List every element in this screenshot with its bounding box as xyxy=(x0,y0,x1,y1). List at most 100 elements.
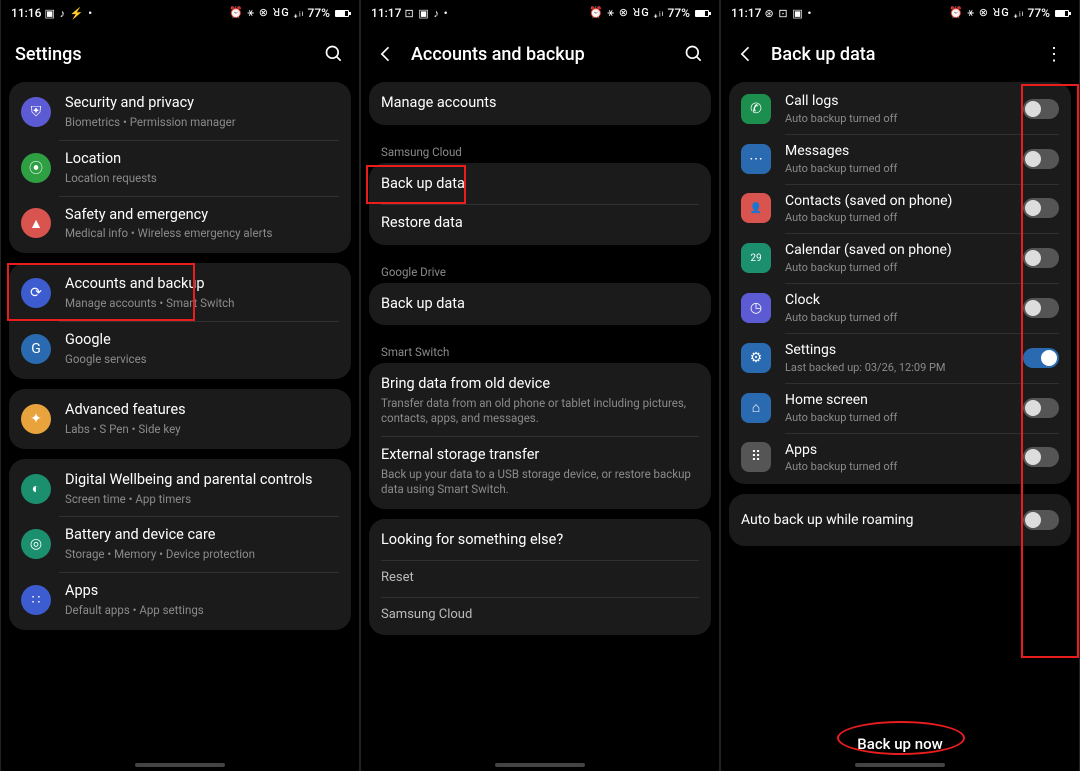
back-icon[interactable] xyxy=(735,43,757,65)
back-icon[interactable] xyxy=(375,43,397,65)
page-title: Accounts and backup xyxy=(411,44,669,65)
row-subtitle: Auto backup turned off xyxy=(785,112,1009,125)
page-title: Back up data xyxy=(771,44,1029,65)
backup-row-clock[interactable]: ◷ClockAuto backup turned off xyxy=(729,283,1071,333)
toggle[interactable] xyxy=(1023,348,1059,368)
settings-row-accounts-and-backup[interactable]: ⟳ Accounts and backup Manage accounts • Sm… xyxy=(9,265,351,321)
phone-icon: ✆ xyxy=(741,94,771,124)
home-icon: ⌂ xyxy=(741,393,771,423)
row-subtitle: Storage • Memory • Device protection xyxy=(65,547,339,562)
row-subtitle: Manage accounts • Smart Switch xyxy=(65,296,339,311)
row-subtitle: Medical info • Wireless emergency alerts xyxy=(65,226,339,241)
backup-row-contacts-saved-on-phone[interactable]: 👤Contacts (saved on phone)Auto backup tu… xyxy=(729,184,1071,234)
calendar-icon: 29 xyxy=(741,243,771,273)
row-label: Safety and emergency xyxy=(65,206,339,225)
row-label: Restore data xyxy=(381,214,699,233)
header: Accounts and backup xyxy=(361,26,719,82)
battery-text: 77% xyxy=(668,6,690,20)
row-label: Accounts and backup xyxy=(65,275,339,294)
settings-row-location[interactable]: ⦿ Location Location requests xyxy=(9,140,351,196)
location-icon: ⦿ xyxy=(21,153,51,183)
screen-settings: 11:16 ▣ ♪ ⚡ • ⏰ ⚹ ⊗ ꓤG ₊ᵢₗ 77% Settings … xyxy=(0,0,360,771)
row-subtitle: Auto backup turned off xyxy=(785,411,1009,424)
row-label: Reset xyxy=(381,570,699,587)
status-bar: 11:17 ⊛ ⊡ ▣ • ⏰ ⚹ ⊗ ꓤG ₊ᵢₗ 77% xyxy=(721,0,1079,26)
toggle[interactable] xyxy=(1023,298,1059,318)
row-label: Apps xyxy=(65,582,339,601)
more-icon[interactable]: ⋮ xyxy=(1043,43,1065,65)
row-samsung-cloud[interactable]: Samsung Cloud xyxy=(369,597,711,634)
toggle[interactable] xyxy=(1023,510,1059,530)
clock-text: 11:17 xyxy=(371,6,401,20)
row-label: Settings xyxy=(785,342,1009,359)
section-header: Samsung Cloud xyxy=(369,135,711,163)
settings-row-digital-wellbeing-and-parental-controls[interactable]: ◐Digital Wellbeing and parental controls… xyxy=(9,461,351,517)
row-back-up-data[interactable]: Back up data xyxy=(369,285,711,324)
row-label: Location xyxy=(65,150,339,169)
settings-row-advanced-features[interactable]: ✦Advanced featuresLabs • S Pen • Side ke… xyxy=(9,391,351,447)
row-restore-data[interactable]: Restore data xyxy=(369,204,711,243)
backup-row-home-screen[interactable]: ⌂ Home screen Auto backup turned off xyxy=(729,383,1071,433)
row-label: Advanced features xyxy=(65,401,339,420)
row-label: Samsung Cloud xyxy=(381,607,699,624)
settings-list[interactable]: ⛨Security and privacyBiometrics • Permis… xyxy=(1,82,359,771)
row-manage-accounts[interactable]: Manage accounts xyxy=(369,84,711,123)
row-label: Call logs xyxy=(785,93,1009,110)
shield-icon: ⛨ xyxy=(21,97,51,127)
nav-handle[interactable] xyxy=(135,763,225,767)
nav-handle[interactable] xyxy=(495,763,585,767)
wellbeing-icon: ◐ xyxy=(21,474,51,504)
toggle[interactable] xyxy=(1023,248,1059,268)
header: Back up data ⋮ xyxy=(721,26,1079,82)
row-reset[interactable]: Reset xyxy=(369,560,711,597)
nav-handle[interactable] xyxy=(855,763,945,767)
card: Back up data Restore data xyxy=(369,163,711,245)
search-icon[interactable] xyxy=(683,43,705,65)
screen-backup-data: 11:17 ⊛ ⊡ ▣ • ⏰ ⚹ ⊗ ꓤG ₊ᵢₗ 77% Back up d… xyxy=(720,0,1080,771)
battery-text: 77% xyxy=(1028,6,1050,20)
row-auto-backup-roaming[interactable]: Auto back up while roaming xyxy=(729,496,1071,544)
row-subtitle: Screen time • App timers xyxy=(65,492,339,507)
backup-row-settings[interactable]: ⚙SettingsLast backed up: 03/26, 12:09 PM xyxy=(729,333,1071,383)
row-label: Clock xyxy=(785,292,1009,309)
row-external-storage-transfer[interactable]: External storage transferBack up your da… xyxy=(369,436,711,507)
row-bring-data-from-old-device[interactable]: Bring data from old deviceTransfer data … xyxy=(369,365,711,436)
toggle[interactable] xyxy=(1023,398,1059,418)
adv-icon: ✦ xyxy=(21,404,51,434)
settings-row-apps[interactable]: ∷AppsDefault apps • App settings xyxy=(9,572,351,628)
backup-row-call-logs[interactable]: ✆ Call logs Auto backup turned off xyxy=(729,84,1071,134)
backup-row-messages[interactable]: ⋯MessagesAuto backup turned off xyxy=(729,134,1071,184)
settings-row-safety-and-emergency[interactable]: ▲Safety and emergencyMedical info • Wire… xyxy=(9,196,351,252)
status-bar: 11:16 ▣ ♪ ⚡ • ⏰ ⚹ ⊗ ꓤG ₊ᵢₗ 77% xyxy=(1,0,359,26)
settings-group: ⛨Security and privacyBiometrics • Permis… xyxy=(9,82,351,253)
toggle[interactable] xyxy=(1023,99,1059,119)
row-subtitle: Default apps • App settings xyxy=(65,603,339,618)
settings-row-security-and-privacy[interactable]: ⛨Security and privacyBiometrics • Permis… xyxy=(9,84,351,140)
toggle[interactable] xyxy=(1023,447,1059,467)
toggle[interactable] xyxy=(1023,198,1059,218)
search-icon[interactable] xyxy=(323,43,345,65)
backup-row-apps[interactable]: ⠿AppsAuto backup turned off xyxy=(729,433,1071,483)
apps-icon: ⠿ xyxy=(741,442,771,472)
settings-row-google[interactable]: GGoogleGoogle services xyxy=(9,321,351,377)
row-subtitle: Location requests xyxy=(65,171,339,186)
backup-data-list[interactable]: ✆Call logsAuto backup turned off⋯Message… xyxy=(721,82,1079,717)
toggle[interactable] xyxy=(1023,149,1059,169)
status-left-icons: ⊡ ▣ ♪ • xyxy=(404,7,448,20)
settings-group: ⟳ Accounts and backup Manage accounts • Sm… xyxy=(9,263,351,379)
accounts-backup-list[interactable]: Manage accountsSamsung CloudBack up data… xyxy=(361,82,719,771)
settings-row-battery-and-device-care[interactable]: ◎Battery and device careStorage • Memory… xyxy=(9,516,351,572)
backup-items-card: ✆Call logsAuto backup turned off⋯Message… xyxy=(729,82,1071,484)
row-looking-for-something-else[interactable]: Looking for something else? xyxy=(369,521,711,560)
row-subtitle: Auto backup turned off xyxy=(785,162,1009,175)
row-subtitle: Last backed up: 03/26, 12:09 PM xyxy=(785,361,1009,374)
card: Looking for something else? Reset Samsung … xyxy=(369,519,711,636)
sync-icon: ⟳ xyxy=(21,278,51,308)
battery-icon xyxy=(335,10,349,17)
row-label: Home screen xyxy=(785,392,1009,409)
row-back-up-data[interactable]: Back up data xyxy=(369,165,711,204)
backup-row-calendar-saved-on-phone[interactable]: 29Calendar (saved on phone)Auto backup t… xyxy=(729,233,1071,283)
status-right-icons: ⏰ ⚹ ⊗ ꓤG ₊ᵢₗ xyxy=(949,6,1025,20)
row-label: Looking for something else? xyxy=(381,531,699,550)
roaming-card: Auto back up while roaming xyxy=(729,494,1071,546)
